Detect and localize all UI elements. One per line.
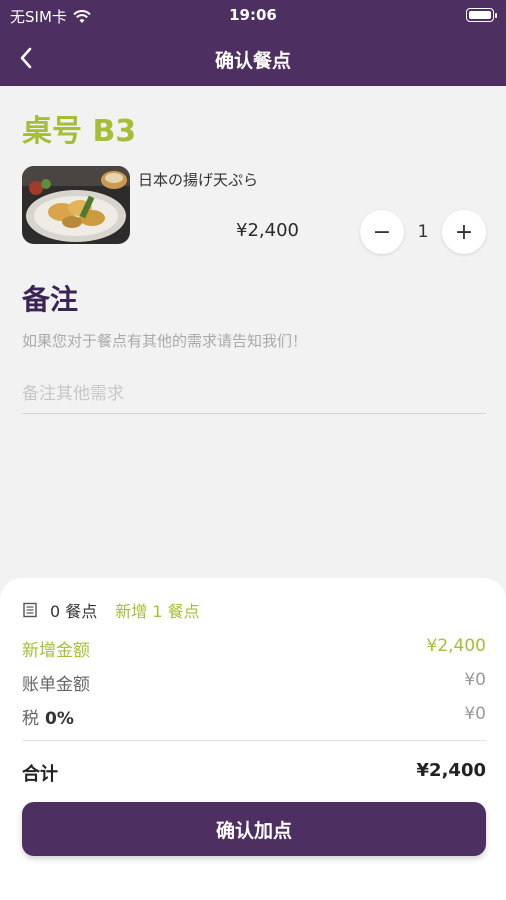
tax-value: ¥0: [464, 704, 486, 724]
tax-label: 税: [22, 709, 39, 729]
dish-image: [22, 166, 130, 244]
bill-amount-value: ¥0: [464, 670, 486, 690]
receipt-icon: [23, 602, 37, 618]
nav-bar: 确认餐点: [0, 30, 506, 86]
tax-row: 税 0% ¥0: [22, 704, 486, 729]
tax-rate: 0%: [45, 709, 74, 729]
plus-icon: +: [454, 219, 474, 245]
dish-name: 日本の揚げ天ぷら: [138, 171, 259, 189]
clock: 19:06: [229, 6, 277, 24]
total-label: 合计: [22, 764, 58, 785]
added-amount-label: 新增金额: [22, 641, 90, 661]
minus-icon: −: [372, 219, 392, 245]
item-count-row: 0 餐点 新增 1 餐点: [22, 598, 200, 622]
tax-label-group: 税 0%: [22, 704, 74, 729]
added-amount-value: ¥2,400: [426, 636, 486, 656]
bill-amount-label: 账单金额: [22, 675, 90, 695]
remark-hint: 如果您对于餐点有其他的需求请告知我们！: [22, 332, 308, 350]
status-bar: 无SIM卡 19:06: [0, 0, 506, 30]
order-summary: 0 餐点 新增 1 餐点 新增金额 ¥2,400 账单金额 ¥0 税 0% ¥0 …: [0, 578, 506, 900]
decrease-quantity-button[interactable]: −: [360, 210, 404, 254]
remark-input[interactable]: [22, 374, 486, 414]
total-row: 合计 ¥2,400: [22, 760, 486, 786]
added-amount-row: 新增金额 ¥2,400: [22, 636, 486, 661]
confirm-order-button[interactable]: 确认加点: [22, 802, 486, 856]
divider: [22, 740, 486, 741]
page-title: 确认餐点: [214, 50, 291, 72]
bill-amount-row: 账单金额 ¥0: [22, 670, 486, 695]
item-count: 0 餐点: [50, 602, 98, 621]
order-item: 日本の揚げ天ぷら ¥2,400 − 1 +: [22, 166, 486, 256]
dish-price: ¥2,400: [236, 220, 299, 241]
increase-quantity-button[interactable]: +: [442, 210, 486, 254]
battery-icon: [466, 8, 497, 22]
total-value: ¥2,400: [416, 760, 486, 781]
new-item-count: 新增 1 餐点: [115, 602, 200, 621]
quantity-value: 1: [417, 222, 429, 242]
remark-title: 备注: [22, 283, 79, 316]
table-number: 桌号 B3: [22, 114, 137, 149]
